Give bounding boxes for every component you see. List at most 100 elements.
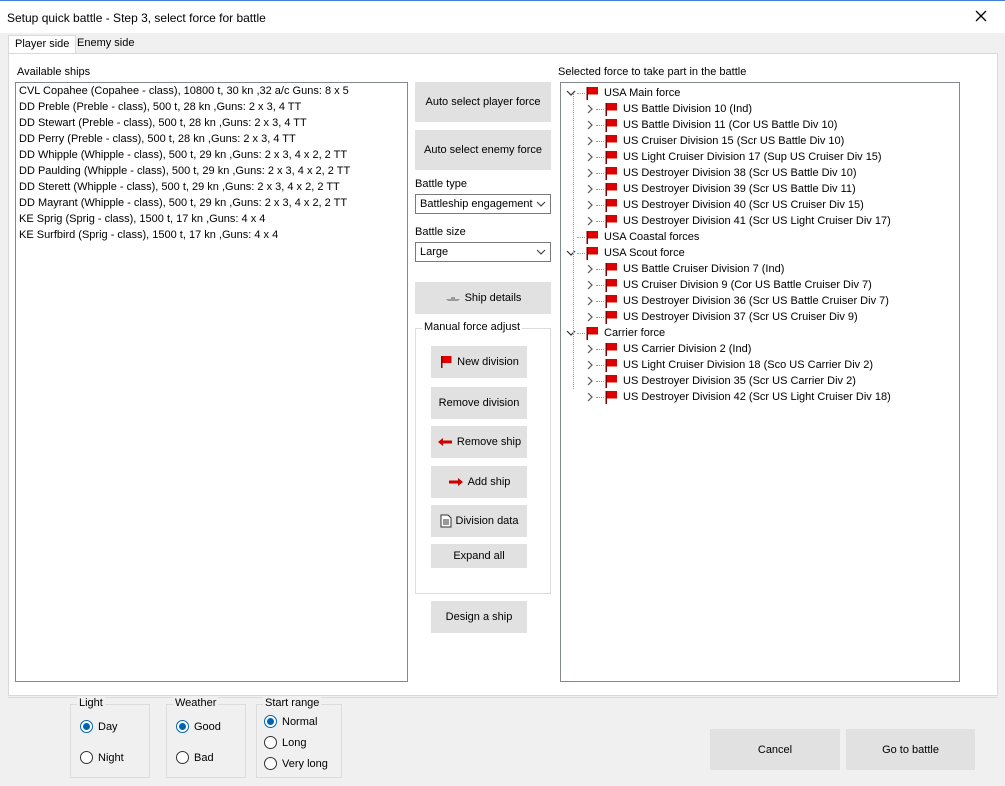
chevron-right-icon[interactable] — [585, 136, 595, 146]
chevron-right-icon[interactable] — [585, 216, 595, 226]
division-node[interactable]: US Cruiser Division 9 (Cor US Battle Cru… — [623, 277, 872, 293]
division-node[interactable]: US Carrier Division 2 (Ind) — [623, 341, 751, 357]
tab-enemy-side[interactable]: Enemy side — [71, 35, 140, 53]
auto-select-enemy-label: Auto select enemy force — [423, 144, 542, 156]
tree-connector — [596, 221, 604, 222]
list-item[interactable]: DD Stewart (Preble - class), 500 t, 28 k… — [16, 115, 407, 131]
remove-ship-button[interactable]: Remove ship — [431, 426, 527, 458]
force-node[interactable]: USA Main force — [604, 85, 680, 101]
list-item[interactable]: CVL Copahee (Copahee - class), 10800 t, … — [16, 83, 407, 99]
chevron-right-icon[interactable] — [585, 392, 595, 402]
flag-icon — [586, 87, 598, 100]
chevron-right-icon[interactable] — [585, 168, 595, 178]
chevron-right-icon[interactable] — [585, 360, 595, 370]
auto-select-enemy-button[interactable]: Auto select enemy force — [415, 130, 551, 170]
available-ships-list[interactable]: CVL Copahee (Copahee - class), 10800 t, … — [15, 82, 408, 682]
selected-force-tree[interactable]: USA Main force US Battle Division 10 (Ind… — [560, 82, 960, 682]
expand-all-button[interactable]: Expand all — [431, 544, 527, 568]
chevron-right-icon[interactable] — [585, 200, 595, 210]
ship-details-button[interactable]: Ship details — [415, 282, 551, 314]
division-node[interactable]: US Destroyer Division 42 (Scr US Light C… — [623, 389, 891, 405]
tree-connector — [596, 317, 604, 318]
division-node[interactable]: US Destroyer Division 39 (Scr US Battle … — [623, 181, 856, 197]
chevron-right-icon[interactable] — [585, 184, 595, 194]
weather-option-good[interactable]: Good — [176, 720, 221, 733]
division-node[interactable]: US Destroyer Division 37 (Scr US Cruiser… — [623, 309, 858, 325]
chevron-right-icon[interactable] — [585, 152, 595, 162]
new-division-label: New division — [457, 356, 519, 368]
chevron-right-icon[interactable] — [585, 376, 595, 386]
division-node[interactable]: US Destroyer Division 36 (Scr US Battle … — [623, 293, 889, 309]
arrow-left-icon — [437, 438, 452, 446]
battle-size-select[interactable]: Large — [415, 242, 551, 262]
chevron-right-icon[interactable] — [585, 264, 595, 274]
chevron-right-icon[interactable] — [585, 344, 595, 354]
auto-select-player-button[interactable]: Auto select player force — [415, 82, 551, 122]
radio-good[interactable] — [176, 720, 189, 733]
light-option-night[interactable]: Night — [80, 751, 124, 764]
chevron-down-icon[interactable] — [566, 328, 576, 338]
tree-connector — [596, 397, 604, 398]
list-item[interactable]: DD Paulding (Whipple - class), 500 t, 29… — [16, 163, 407, 179]
chevron-right-icon[interactable] — [585, 280, 595, 290]
radio-night[interactable] — [80, 751, 93, 764]
division-node[interactable]: US Battle Cruiser Division 7 (Ind) — [623, 261, 784, 277]
light-label: Light — [77, 697, 105, 709]
division-node[interactable]: US Cruiser Division 15 (Scr US Battle Di… — [623, 133, 844, 149]
start-range-long-label: Long — [282, 736, 307, 749]
list-item[interactable]: KE Sprig (Sprig - class), 1500 t, 17 kn … — [16, 211, 407, 227]
radio-very-long[interactable] — [264, 757, 277, 770]
battle-type-select[interactable]: Battleship engagement — [415, 194, 551, 214]
weather-group: Weather Good Bad — [166, 697, 246, 778]
arrow-right-icon — [448, 478, 463, 486]
division-node[interactable]: US Destroyer Division 40 (Scr US Cruiser… — [623, 197, 864, 213]
start-range-group: Start range Normal Long Very long — [256, 697, 342, 778]
division-node[interactable]: US Battle Division 11 (Cor US Battle Div… — [623, 117, 837, 133]
manual-force-adjust-label: Manual force adjust — [422, 321, 522, 333]
radio-normal[interactable] — [264, 715, 277, 728]
start-range-option-long[interactable]: Long — [264, 736, 306, 749]
flag-icon — [605, 359, 617, 372]
radio-day[interactable] — [80, 720, 93, 733]
division-node[interactable]: US Destroyer Division 38 (Scr US Battle … — [623, 165, 857, 181]
list-item[interactable]: DD Mayrant (Whipple - class), 500 t, 29 … — [16, 195, 407, 211]
battle-size-label: Battle size — [415, 226, 466, 238]
flag-icon — [605, 263, 617, 276]
force-node[interactable]: USA Scout force — [604, 245, 685, 261]
division-data-button[interactable]: Division data — [431, 505, 527, 537]
close-icon[interactable] — [971, 6, 991, 26]
list-item[interactable]: KE Surfbird (Sprig - class), 1500 t, 17 … — [16, 227, 407, 243]
start-range-option-very-long[interactable]: Very long — [264, 757, 328, 770]
cancel-button[interactable]: Cancel — [710, 729, 840, 770]
go-to-battle-button[interactable]: Go to battle — [846, 729, 975, 770]
chevron-down-icon — [536, 201, 546, 207]
force-node[interactable]: Carrier force — [604, 325, 665, 341]
tab-player-side[interactable]: Player side — [8, 35, 77, 54]
division-node[interactable]: US Light Cruiser Division 17 (Sup US Cru… — [623, 149, 882, 165]
list-item[interactable]: DD Sterett (Whipple - class), 500 t, 29 … — [16, 179, 407, 195]
start-range-option-normal[interactable]: Normal — [264, 715, 317, 728]
chevron-down-icon[interactable] — [566, 88, 576, 98]
division-node[interactable]: US Light Cruiser Division 18 (Sco US Car… — [623, 357, 873, 373]
division-node[interactable]: US Destroyer Division 41 (Scr US Light C… — [623, 213, 891, 229]
chevron-right-icon[interactable] — [585, 312, 595, 322]
bottom-separator — [8, 697, 998, 698]
design-ship-button[interactable]: Design a ship — [431, 601, 527, 633]
remove-division-button[interactable]: Remove division — [431, 387, 527, 419]
list-item[interactable]: DD Perry (Preble - class), 500 t, 28 kn … — [16, 131, 407, 147]
list-item[interactable]: DD Whipple (Whipple - class), 500 t, 29 … — [16, 147, 407, 163]
radio-long[interactable] — [264, 736, 277, 749]
light-option-day[interactable]: Day — [80, 720, 118, 733]
radio-bad[interactable] — [176, 751, 189, 764]
new-division-button[interactable]: New division — [431, 346, 527, 378]
division-node[interactable]: US Battle Division 10 (Ind) — [623, 101, 752, 117]
add-ship-button[interactable]: Add ship — [431, 466, 527, 498]
weather-option-bad[interactable]: Bad — [176, 751, 214, 764]
division-node[interactable]: US Destroyer Division 35 (Scr US Carrier… — [623, 373, 856, 389]
chevron-right-icon[interactable] — [585, 104, 595, 114]
force-node[interactable]: USA Coastal forces — [604, 229, 699, 245]
chevron-right-icon[interactable] — [585, 296, 595, 306]
list-item[interactable]: DD Preble (Preble - class), 500 t, 28 kn… — [16, 99, 407, 115]
chevron-down-icon[interactable] — [566, 248, 576, 258]
chevron-right-icon[interactable] — [585, 120, 595, 130]
